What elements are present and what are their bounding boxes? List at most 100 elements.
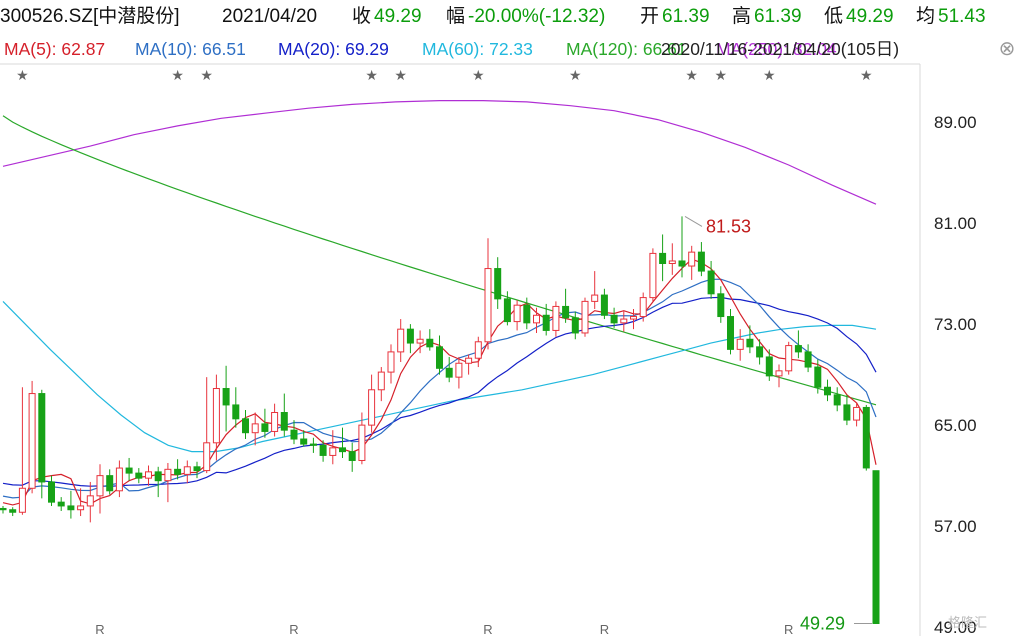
candle-body — [465, 357, 473, 364]
y-tick-label: 57.00 — [934, 517, 977, 536]
candle — [862, 404, 870, 471]
candle-body — [523, 304, 531, 324]
candle-body — [183, 466, 191, 475]
star-icon: ★ — [200, 67, 213, 83]
candle — [145, 465, 152, 486]
star-icon: ★ — [365, 67, 378, 83]
candle-body — [48, 481, 55, 503]
candle — [212, 374, 220, 461]
candle — [18, 387, 26, 515]
star-icon: ★ — [763, 67, 776, 83]
candle — [9, 507, 17, 517]
candle-body — [707, 270, 715, 295]
time-marker: R — [483, 622, 492, 636]
candle-body — [406, 328, 414, 344]
candle — [775, 364, 783, 388]
candle-body — [562, 305, 570, 319]
star-icon: ★ — [569, 67, 582, 83]
candle — [668, 243, 676, 275]
candle-body — [513, 304, 521, 323]
candle-body — [67, 505, 75, 511]
candle — [843, 394, 851, 426]
candle-body — [659, 252, 667, 265]
candle-body — [581, 300, 589, 334]
candle — [872, 470, 880, 624]
candle-body — [843, 404, 851, 421]
candle — [387, 344, 395, 384]
candle-body — [9, 509, 17, 513]
candle — [232, 387, 240, 428]
candle-body — [872, 470, 880, 624]
candle-body — [28, 393, 36, 489]
candle-body — [736, 338, 744, 350]
candle-body — [348, 451, 356, 461]
time-marker: R — [95, 622, 104, 636]
candle — [833, 387, 841, 412]
candle-body — [620, 318, 628, 324]
high-pointer — [684, 215, 703, 227]
candle — [455, 356, 463, 389]
candle-body — [436, 346, 443, 369]
candle — [465, 354, 473, 375]
candle-body — [377, 371, 385, 391]
candle — [115, 460, 123, 498]
ma10-line — [2, 278, 877, 499]
candle — [135, 468, 143, 484]
candle-body — [232, 404, 240, 420]
candle — [717, 286, 725, 323]
candle-body — [494, 268, 502, 300]
candle-body — [717, 293, 725, 318]
candle-body — [862, 406, 870, 469]
candle-body — [261, 423, 269, 432]
candle — [96, 464, 104, 514]
ma20-line — [2, 296, 877, 488]
star-icon: ★ — [171, 67, 184, 83]
candle — [271, 403, 279, 437]
candle-body — [0, 507, 7, 511]
candle-body — [339, 447, 346, 453]
ma5-line — [2, 258, 877, 506]
candle-body — [242, 418, 249, 434]
candle-body — [154, 471, 162, 482]
y-tick-label: 73.00 — [934, 315, 977, 334]
candles — [0, 216, 880, 624]
event-stars: ★ ★ ★ ★ ★ ★ ★ ★ ★ ★ ★ — [16, 67, 872, 83]
candle-body — [542, 314, 550, 331]
candle-body — [503, 298, 511, 323]
candle-body — [678, 260, 686, 267]
candle-body — [697, 251, 705, 272]
candle-body — [756, 346, 764, 358]
y-tick-label: 65.00 — [934, 416, 977, 435]
low-price-label: 49.29 — [800, 613, 845, 633]
candle-body — [96, 475, 104, 497]
candle-body — [18, 487, 26, 513]
star-icon: ★ — [16, 67, 29, 83]
candle — [591, 271, 599, 309]
candle-body — [785, 345, 793, 372]
candle-body — [222, 388, 230, 406]
candle-body — [445, 367, 453, 378]
candle-body — [775, 370, 783, 377]
candle — [659, 234, 667, 282]
candle-body — [290, 429, 298, 440]
candle — [484, 238, 492, 350]
candle — [707, 260, 715, 299]
candle — [426, 329, 434, 351]
candle-body — [455, 362, 463, 378]
candle-body — [824, 386, 831, 396]
candle — [824, 379, 831, 402]
candle-body — [203, 442, 211, 472]
candle-body — [474, 341, 482, 359]
candle-body — [571, 317, 579, 334]
candle-body — [610, 314, 618, 324]
candle-body — [77, 505, 85, 511]
candle — [86, 481, 94, 523]
candle-body — [804, 351, 812, 368]
ma60-line — [2, 300, 877, 453]
y-tick-label: 89.00 — [934, 113, 977, 132]
candle-body — [38, 393, 46, 483]
candle-body — [833, 394, 841, 406]
candle — [154, 466, 162, 498]
candle — [513, 300, 521, 331]
candle-body — [106, 475, 114, 492]
